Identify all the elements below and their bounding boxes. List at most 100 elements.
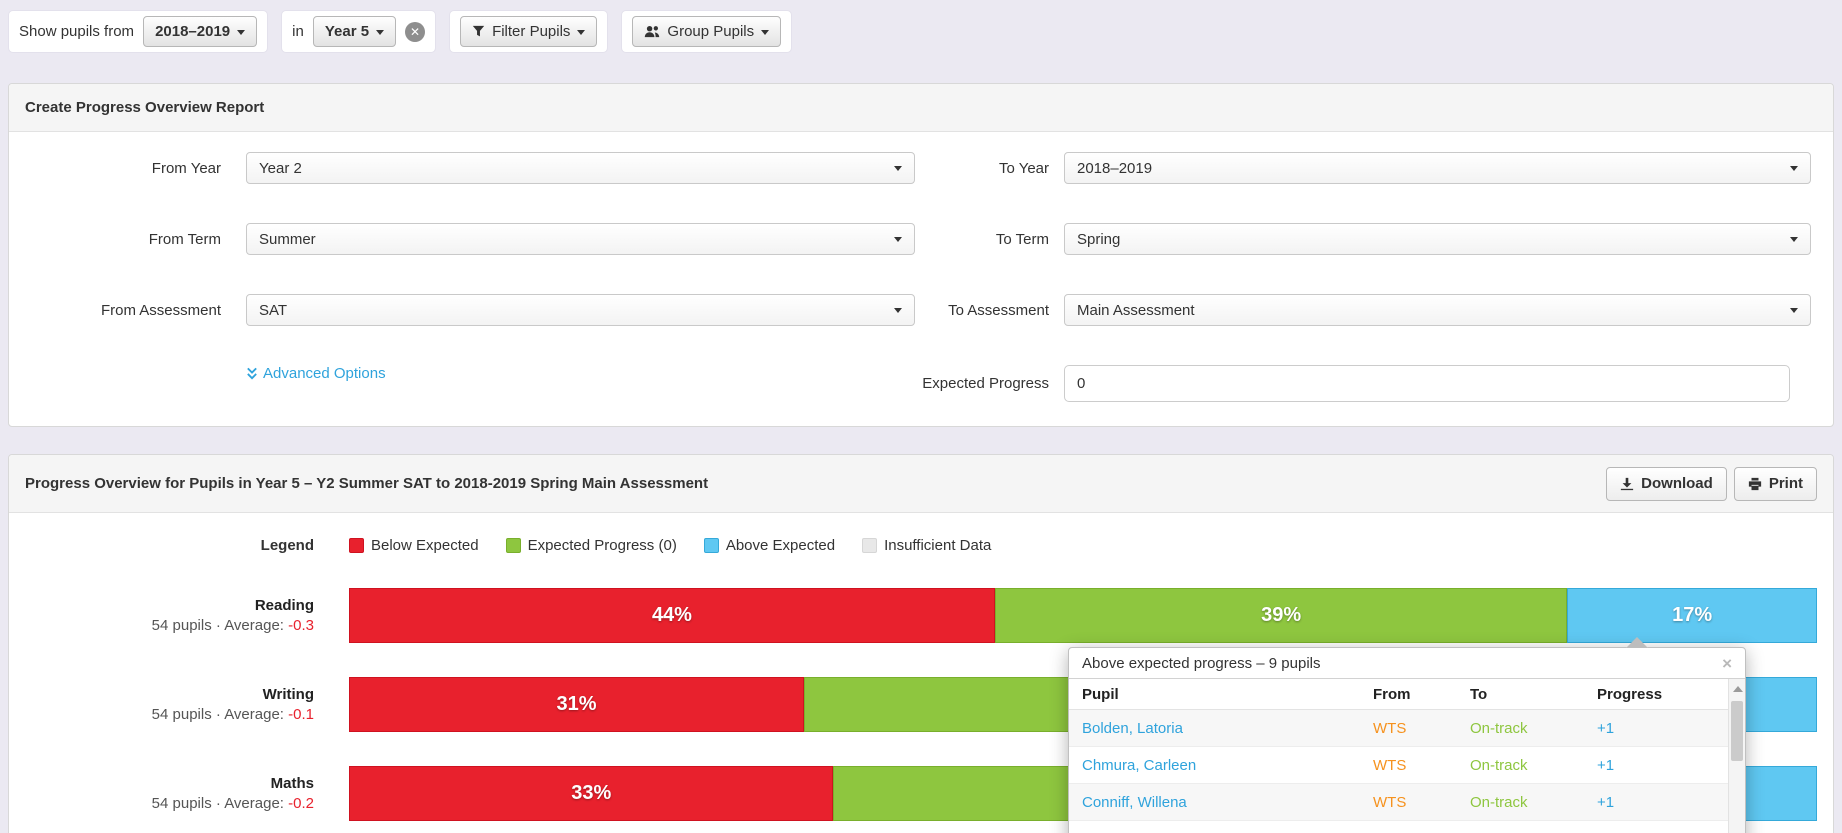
- to-year-select[interactable]: 2018–2019: [1064, 152, 1811, 184]
- double-chevron-down-icon: [246, 367, 258, 380]
- popup-rows: Bolden, Latoria WTS On-track +1 Chmura, Carl…: [1069, 710, 1728, 833]
- pupil-row: Dulude, BrantEXSGt. Depth+1: [1069, 821, 1728, 833]
- from-year-select[interactable]: Year 2: [246, 152, 915, 184]
- show-pupils-from-label: Show pupils from: [19, 23, 135, 40]
- legend-row: Legend Below Expected Expected Progress (…: [9, 537, 1833, 554]
- chevron-down-icon: [237, 29, 246, 35]
- academic-year-dropdown[interactable]: 2018–2019: [143, 16, 258, 47]
- legend-item-label: Expected Progress (0): [527, 537, 677, 554]
- download-label: Download: [1641, 475, 1713, 492]
- filter-funnel-icon: [472, 25, 485, 38]
- to-term-value: Spring: [1077, 230, 1121, 248]
- from-grade: WTS: [1373, 719, 1407, 737]
- chevron-down-icon: [761, 29, 770, 35]
- chevron-down-icon: [1790, 237, 1798, 242]
- legend-swatch-icon: [505, 538, 521, 553]
- group-pupils-button[interactable]: Group Pupils: [632, 16, 782, 47]
- progress-bar: 44% 39% 17%: [349, 588, 1817, 643]
- bar-segment-green[interactable]: 39%: [994, 588, 1568, 643]
- advanced-options-label: Advanced Options: [263, 365, 386, 382]
- bar-segment-red[interactable]: 44%: [349, 588, 995, 643]
- row-meta: 54 pupils · Average: -0.3: [151, 617, 314, 634]
- row-label: Maths 54 pupils · Average: -0.2: [9, 775, 349, 812]
- legend-swatch-icon: [349, 538, 364, 553]
- download-icon: [1620, 477, 1634, 491]
- progress-row-reading: Reading 54 pupils · Average: -0.3 44% 39% 17…: [9, 588, 1833, 643]
- print-button[interactable]: Print: [1733, 466, 1817, 501]
- bar-segment-red[interactable]: 33%: [349, 766, 834, 821]
- popup-title: Above expected progress – 9 pupils: [1082, 654, 1321, 672]
- pupil-name-link[interactable]: Bolden, Latoria: [1069, 720, 1360, 737]
- group-pupils-label: Group Pupils: [667, 23, 755, 40]
- pupil-name-link[interactable]: Conniff, Willena: [1069, 794, 1360, 811]
- from-term-label: From Term: [148, 230, 221, 248]
- subject-label: Reading: [254, 597, 314, 614]
- chevron-down-icon: [376, 29, 385, 35]
- chevron-down-icon: [894, 166, 902, 171]
- advanced-options-link[interactable]: Advanced Options: [246, 365, 386, 382]
- from-assessment-value: SAT: [259, 301, 288, 319]
- from-assessment-label: From Assessment: [100, 301, 221, 319]
- bar-segment-red[interactable]: 31%: [349, 677, 805, 732]
- col-to: To: [1470, 685, 1488, 703]
- from-year-value: Year 2: [259, 159, 302, 177]
- remove-filter-icon[interactable]: ✕: [405, 21, 426, 42]
- people-group-icon: [644, 25, 660, 38]
- pupil-row: Bolden, Latoria WTS On-track +1: [1069, 710, 1728, 747]
- legend-label: Legend: [260, 537, 314, 554]
- pupil-row: Chmura, Carleen WTS On-track +1: [1069, 747, 1728, 784]
- show-pupils-group: Show pupils from 2018–2019: [8, 10, 269, 53]
- legend-item: Above Expected: [703, 537, 836, 554]
- col-from: From: [1373, 685, 1411, 703]
- average-value: -0.2: [288, 795, 314, 812]
- to-grade: On-track: [1470, 719, 1528, 737]
- row-meta: 54 pupils · Average: -0.1: [151, 706, 314, 723]
- from-grade: WTS: [1373, 793, 1407, 811]
- pupil-row: Conniff, Willena WTS On-track +1: [1069, 784, 1728, 821]
- legend-item-label: Below Expected: [371, 537, 479, 554]
- progress-overview-title: Progress Overview for Pupils in Year 5 –…: [25, 475, 709, 492]
- scrollbar-thumb[interactable]: [1731, 701, 1743, 761]
- col-progress: Progress: [1597, 685, 1663, 703]
- expected-progress-input[interactable]: [1064, 365, 1790, 402]
- popup-close-icon[interactable]: ×: [1722, 655, 1732, 672]
- to-assessment-select[interactable]: Main Assessment: [1064, 294, 1811, 326]
- expected-progress-label: Expected Progress: [922, 375, 1049, 392]
- to-term-select[interactable]: Spring: [1064, 223, 1811, 255]
- to-grade: On-track: [1470, 793, 1528, 811]
- to-assessment-label: To Assessment: [948, 301, 1049, 319]
- above-expected-popup: Above expected progress – 9 pupils × Pup…: [1068, 637, 1746, 833]
- from-assessment-select[interactable]: SAT: [246, 294, 915, 326]
- popup-arrow: [1626, 637, 1648, 648]
- create-report-form: From Year Year 2 From Term Summer From A…: [9, 132, 1833, 426]
- subject-label: Maths: [270, 775, 314, 792]
- from-term-select[interactable]: Summer: [246, 223, 915, 255]
- legend-item-label: Above Expected: [725, 537, 836, 554]
- app-page: Show pupils from 2018–2019 in Year 5 ✕ F…: [0, 0, 1842, 833]
- row-label: Reading 54 pupils · Average: -0.3: [9, 597, 349, 634]
- scroll-up-icon[interactable]: [1733, 686, 1743, 692]
- average-value: -0.1: [288, 706, 314, 723]
- legend-item: Below Expected: [349, 537, 479, 554]
- download-button[interactable]: Download: [1606, 466, 1727, 501]
- academic-year-value: 2018–2019: [155, 23, 231, 40]
- popup-table: Pupil From To Progress Bolden, Latoria WT…: [1069, 678, 1745, 833]
- progress-value: +1: [1597, 719, 1615, 737]
- from-grade: WTS: [1373, 756, 1407, 774]
- chevron-down-icon: [894, 308, 902, 313]
- in-label: in: [292, 23, 304, 40]
- pupil-name-link[interactable]: Chmura, Carleen: [1069, 757, 1360, 774]
- filter-pupils-button[interactable]: Filter Pupils: [460, 16, 598, 47]
- legend-swatch-icon: [703, 538, 719, 553]
- from-year-label: From Year: [151, 159, 221, 177]
- row-meta: 54 pupils · Average: -0.2: [151, 795, 314, 812]
- group-pupils-group: Group Pupils: [621, 10, 793, 53]
- to-term-label: To Term: [995, 230, 1049, 248]
- print-icon: [1748, 477, 1762, 491]
- legend-item: Expected Progress (0): [505, 537, 677, 554]
- create-report-panel: Create Progress Overview Report From Yea…: [8, 83, 1834, 427]
- popup-scrollbar[interactable]: [1728, 679, 1745, 833]
- bar-segment-blue[interactable]: 17%: [1567, 588, 1817, 643]
- year-group-dropdown[interactable]: Year 5: [312, 16, 397, 47]
- year-group-value: Year 5: [324, 23, 370, 40]
